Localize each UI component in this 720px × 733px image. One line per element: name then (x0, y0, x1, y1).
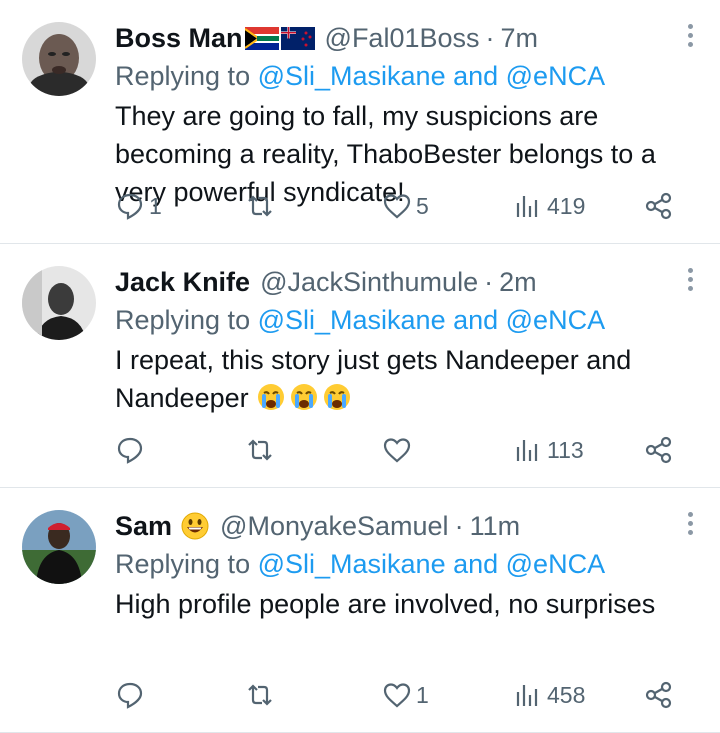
views-icon (516, 196, 538, 217)
replying-prefix: Replying to (115, 61, 251, 91)
retweet-button[interactable] (245, 433, 279, 467)
crying-emoji-icon (256, 383, 352, 413)
separator: · (485, 23, 495, 53)
reply-button[interactable] (115, 433, 149, 467)
like-icon (383, 194, 411, 219)
author-name[interactable]: Jack Knife (115, 264, 250, 300)
more-icon[interactable] (686, 512, 694, 538)
grinning-emoji-icon (181, 512, 209, 540)
author-handle[interactable]: @MonyakeSamuel (220, 508, 449, 544)
action-bar: 1 458 (115, 678, 674, 712)
views-button[interactable]: 458 (513, 678, 585, 712)
more-icon[interactable] (686, 268, 694, 294)
like-button[interactable]: 5 (382, 189, 429, 223)
replying-prefix: Replying to (115, 305, 251, 335)
author-name[interactable]: Boss Man (115, 20, 243, 56)
reply-icon (117, 437, 143, 464)
like-count: 1 (416, 681, 429, 708)
share-icon (645, 681, 672, 709)
timestamp[interactable]: 11m (470, 508, 521, 544)
views-button[interactable]: 113 (513, 433, 584, 467)
timestamp[interactable]: 7m (501, 20, 539, 56)
retweet-icon (248, 195, 272, 217)
retweet-icon (248, 439, 272, 461)
action-bar: 113 (115, 433, 674, 467)
share-button[interactable] (644, 189, 674, 223)
share-icon (645, 436, 672, 464)
view-count: 113 (547, 436, 584, 463)
author-handle[interactable]: @JackSinthumule (260, 264, 478, 300)
replying-to: Replying to @Sli_Masikane and @eNCA (115, 57, 690, 95)
replying-to-link[interactable]: @Sli_Masikane and @eNCA (258, 305, 605, 335)
like-icon (383, 438, 411, 463)
timestamp[interactable]: 2m (499, 264, 537, 300)
retweet-button[interactable] (245, 678, 279, 712)
share-icon (645, 192, 672, 220)
views-button[interactable]: 419 (513, 189, 585, 223)
share-button[interactable] (644, 433, 674, 467)
avatar[interactable] (22, 266, 96, 340)
reply-button[interactable] (115, 678, 149, 712)
view-count: 458 (547, 681, 586, 708)
more-icon[interactable] (686, 24, 694, 50)
tweet-text-content: I repeat, this story just gets Nandeeper… (115, 345, 632, 413)
separator: · (454, 511, 464, 541)
tweet[interactable]: Jack Knife @JackSinthumule · 2m Replying… (0, 244, 720, 488)
south-africa-flag-icon (244, 26, 279, 50)
replying-prefix: Replying to (115, 549, 251, 579)
replying-to-link[interactable]: @Sli_Masikane and @eNCA (258, 549, 605, 579)
replying-to-link[interactable]: @Sli_Masikane and @eNCA (258, 61, 605, 91)
action-bar: 1 5 419 (115, 189, 674, 223)
tweet-text: I repeat, this story just gets Nandeeper… (115, 341, 690, 417)
views-icon (516, 685, 538, 706)
retweet-icon (248, 684, 272, 706)
tweet-text: High profile people are involved, no sur… (115, 589, 656, 619)
separator: · (484, 267, 494, 297)
reply-icon (117, 682, 143, 709)
like-icon (383, 683, 411, 708)
reply-icon (117, 193, 143, 220)
replying-to: Replying to @Sli_Masikane and @eNCA (115, 545, 690, 583)
reply-button[interactable]: 1 (115, 189, 162, 223)
like-button[interactable] (382, 433, 416, 467)
reply-count: 1 (149, 192, 162, 219)
view-count: 419 (547, 192, 586, 219)
tweet[interactable]: Boss Man @Fal01Boss · 7m Replying to @Sl… (0, 0, 720, 244)
replying-to: Replying to @Sli_Masikane and @eNCA (115, 301, 690, 339)
avatar[interactable] (22, 510, 96, 584)
author-handle[interactable]: @Fal01Boss (325, 20, 480, 56)
like-count: 5 (416, 192, 429, 219)
retweet-button[interactable] (245, 189, 279, 223)
new-zealand-flag-icon (280, 26, 315, 50)
author-name[interactable]: Sam (115, 508, 172, 544)
tweet[interactable]: Sam @MonyakeSamuel · 11m Replying to @Sl… (0, 488, 720, 733)
share-button[interactable] (644, 678, 674, 712)
avatar[interactable] (22, 22, 96, 96)
like-button[interactable]: 1 (382, 678, 429, 712)
views-icon (516, 440, 538, 461)
